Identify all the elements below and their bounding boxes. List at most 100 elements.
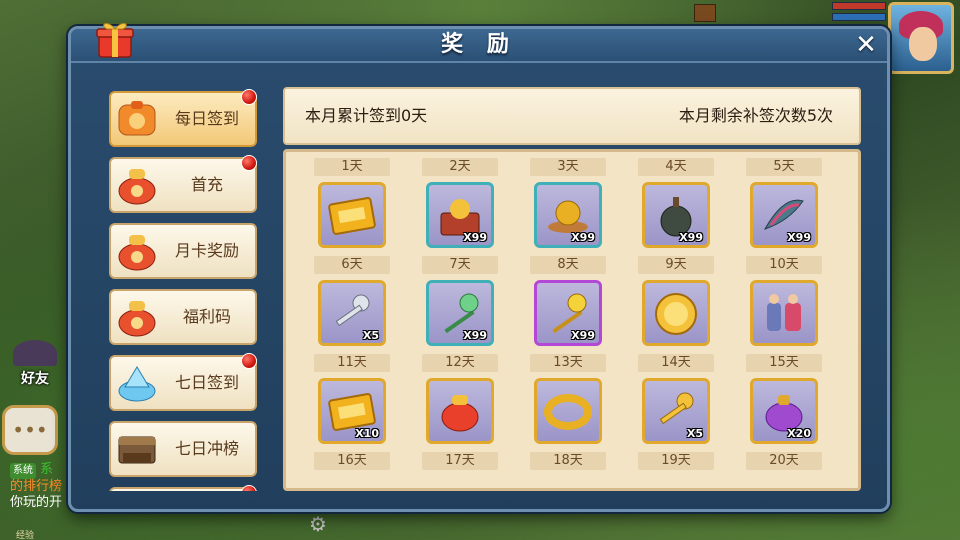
player-avatar[interactable] [888,2,954,74]
reward-item-slot[interactable] [318,182,386,248]
item-quantity: X5 [686,427,703,440]
notification-badge [241,155,257,171]
chat-line: 系 [40,462,54,477]
chat-bubble-icon: ••• [12,418,48,442]
reward-cell: 8天 X99 [530,256,606,354]
chat-button[interactable]: ••• [2,405,58,455]
crystal-icon [118,366,156,402]
day-label: 16天 [314,452,390,470]
reward-item-slot[interactable]: X5 [642,378,710,444]
day-label: 3天 [530,158,606,176]
reward-cell: 12天 [422,354,498,452]
system-tag: 系统 [10,463,36,479]
item-quantity: X99 [463,231,487,244]
day-label: 11天 [314,354,390,372]
friends-label: 好友 [21,371,49,387]
reward-grid: 1天 2天 X99 3天 X99 4天 X99 5天 X99 6天 X5 7天 X99 8天 X99 9天 10… [283,149,861,491]
lucky-bag-icon [441,394,479,432]
item-quantity: X20 [787,427,811,440]
reward-cell: 15天 X20 [746,354,822,452]
sidebar-item-first-recharge[interactable]: 首充 [109,155,257,213]
reward-item-slot[interactable]: X20 [750,378,818,444]
reward-category-sidebar: 每日签到 首充 月卡奖励 福利码 七日签到 七日冲榜 [109,87,259,491]
day-label: 19天 [638,452,714,470]
day-label: 6天 [314,256,390,274]
rewards-dialog: 奖 励 ✕ 每日签到 首充 月卡奖励 福利码 七日签到 七日冲榜 本月累计签到0… [68,23,890,512]
item-quantity: X99 [679,231,703,244]
reward-item-slot[interactable]: X10 [318,378,386,444]
reward-item-slot[interactable]: X99 [426,182,494,248]
notification-badge [241,485,257,491]
reward-item-slot[interactable]: X99 [750,182,818,248]
sidebar-item-welfare-code[interactable]: 福利码 [109,289,257,345]
sidebar-item-seven-day-checkin[interactable]: 七日签到 [109,353,257,411]
hp-bar [832,2,886,10]
guild-flag-icon[interactable] [694,4,716,22]
gift-box-icon [96,23,134,58]
day-label: 1天 [314,158,390,176]
friends-button[interactable]: 好友 [6,330,64,388]
day-label: 17天 [422,452,498,470]
reward-cell: 2天 X99 [422,158,498,256]
money-bag-icon [118,301,156,337]
sidebar-item-label: 福利码 [182,307,231,326]
dialog-header: 奖 励 [71,29,887,63]
reward-cell: 11天 X10 [314,354,390,452]
reward-cell: 1天 [314,158,390,256]
day-label: 14天 [638,354,714,372]
avatar-face [909,27,937,61]
reward-item-slot[interactable] [534,378,602,444]
sidebar-item-label: 首充 [190,175,223,194]
reward-cell: 10天 [746,256,822,354]
reward-cell: 13天 [530,354,606,452]
reward-cell: 20天 [746,452,822,488]
vip-card-icon [327,196,377,236]
close-button[interactable]: ✕ [851,31,881,61]
day-label: 10天 [746,256,822,274]
day-label: 15天 [746,354,822,372]
day-label: 4天 [638,158,714,176]
day-label: 7天 [422,256,498,274]
reward-item-slot[interactable]: X5 [318,280,386,346]
day-label: 20天 [746,452,822,470]
sidebar-item-label: 每日签到 [174,109,239,128]
notification-badge [241,353,257,369]
reward-item-slot[interactable]: X99 [426,280,494,346]
reward-item-slot[interactable]: X99 [642,182,710,248]
reward-item-slot[interactable]: X99 [534,182,602,248]
day-label: 5天 [746,158,822,176]
reward-cell: 5天 X99 [746,158,822,256]
sidebar-item-label: 月卡奖励 [174,241,239,260]
reward-cell: 4天 X99 [638,158,714,256]
reward-cell: 19天 [638,452,714,488]
sidebar-item-seven-day-ranking[interactable]: 七日冲榜 [109,421,257,477]
sidebar-item-more[interactable] [109,485,257,491]
reward-cell: 17天 [422,452,498,488]
sidebar-item-daily-checkin[interactable]: 每日签到 [109,89,257,147]
day-label: 2天 [422,158,498,176]
reward-item-slot[interactable] [426,378,494,444]
gold-coin-icon [655,293,697,335]
sidebar-item-label: 七日冲榜 [174,439,239,458]
item-quantity: X99 [571,329,595,342]
reward-item-slot[interactable]: X99 [534,280,602,346]
costume-icon [767,294,801,331]
reward-item-slot[interactable] [642,280,710,346]
sidebar-item-monthly-card[interactable]: 月卡奖励 [109,223,257,279]
reward-cell: 7天 X99 [422,256,498,354]
item-quantity: X5 [362,329,379,342]
gold-ring-icon [543,387,593,435]
reward-item-slot[interactable] [750,280,818,346]
item-quantity: X99 [787,231,811,244]
gear-icon[interactable]: ⚙ [309,512,327,536]
money-bag-icon [118,169,156,205]
reward-cell: 3天 X99 [530,158,606,256]
money-bag-icon [118,235,156,271]
player-status-bars [832,2,886,24]
reward-cell: 16天 [314,452,390,488]
day-label: 9天 [638,256,714,274]
mp-bar [832,13,886,21]
ranking-chest-icon [118,436,156,464]
reward-cell: 9天 [638,256,714,354]
reward-cell: 14天 X5 [638,354,714,452]
